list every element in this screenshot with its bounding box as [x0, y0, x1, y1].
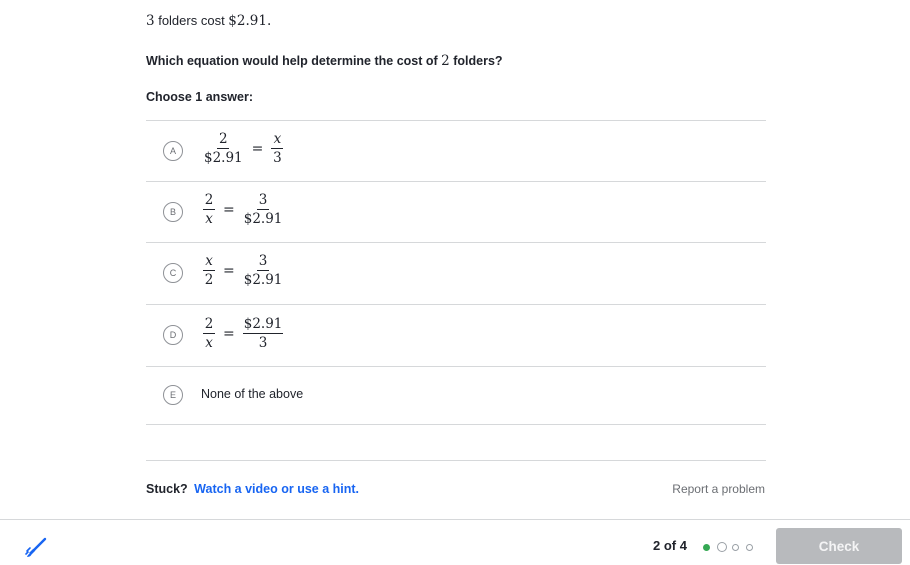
stuck-label: Stuck? — [146, 482, 188, 496]
watch-video-hint-link[interactable]: Watch a video or use a hint. — [194, 482, 359, 496]
denominator: x — [205, 335, 213, 351]
equation-a: 2 $2.91 = x3 — [201, 132, 285, 165]
choice-b[interactable]: B 2x = 3 $2.91 — [146, 182, 766, 243]
none-of-the-above-text: None of the above — [201, 387, 304, 401]
choose-label: Choose 1 answer: — [146, 90, 253, 104]
answer-choices: A 2 $2.91 = x3 B 2x = 3 $2.91 C x2 = 3 $2.9… — [146, 120, 766, 425]
numerator: $2.91 — [242, 316, 284, 334]
numerator: x — [271, 132, 284, 149]
equals-sign: = — [223, 325, 235, 342]
choice-letter-c: C — [163, 263, 183, 283]
denominator: 2 — [204, 272, 214, 288]
stuck-help: Stuck? Watch a video or use a hint. — [146, 482, 359, 496]
progress-count: 2 of 4 — [653, 538, 687, 553]
divider — [146, 460, 766, 461]
question-number: 2 — [441, 53, 450, 69]
count-number: 3 — [146, 13, 155, 29]
denominator: x — [205, 211, 213, 227]
progress-dot-current — [717, 542, 727, 552]
choice-letter-e: E — [163, 385, 183, 405]
equals-sign: = — [223, 201, 235, 218]
numerator: x — [203, 254, 215, 271]
numerator: 2 — [203, 316, 215, 334]
progress-dots — [703, 542, 760, 552]
choice-d[interactable]: D 2x = $2.91 3 — [146, 305, 766, 367]
equation-d: 2x = $2.91 3 — [201, 317, 285, 350]
choice-letter-a: A — [163, 141, 183, 161]
question-after: folders? — [449, 54, 503, 68]
fraction: 3 $2.91 — [243, 254, 284, 287]
progress-dot-done — [703, 543, 710, 551]
equation-b: 2x = 3 $2.91 — [201, 193, 285, 226]
footer-bar: 2 of 4 Check — [0, 519, 910, 565]
question-before: Which equation would help determine the … — [146, 54, 442, 68]
denominator: 3 — [273, 150, 282, 166]
fraction: 2x — [203, 193, 215, 226]
fraction: $2.91 3 — [242, 316, 284, 351]
choice-letter-b: B — [163, 202, 183, 222]
numerator: 2 — [217, 131, 230, 149]
denominator: $2.91 — [243, 272, 283, 288]
choice-c[interactable]: C x2 = 3 $2.91 — [146, 243, 766, 305]
fraction: 2x — [203, 317, 215, 350]
numerator: 3 — [257, 192, 270, 210]
fraction: x2 — [203, 254, 215, 287]
price-value: $2.91 — [228, 13, 267, 29]
denominator: $2.91 — [243, 211, 283, 227]
denominator: $2.91 — [204, 150, 243, 166]
denominator: 3 — [258, 335, 268, 351]
equals-sign: = — [251, 140, 264, 157]
scratchpad-pencil-icon[interactable] — [24, 536, 48, 560]
report-problem-link[interactable]: Report a problem — [672, 482, 765, 496]
prompt-text: folders cost — [154, 13, 229, 28]
fraction: 3 $2.91 — [243, 193, 284, 226]
progress-dot-todo — [746, 543, 753, 551]
fraction: x3 — [271, 132, 284, 166]
equals-sign: = — [223, 262, 235, 279]
numerator: 2 — [203, 192, 215, 210]
numerator: 3 — [257, 253, 270, 271]
prompt-period: . — [266, 13, 272, 29]
check-button[interactable]: Check — [776, 528, 902, 564]
choice-e[interactable]: E None of the above — [146, 367, 766, 425]
equation-c: x2 = 3 $2.91 — [201, 254, 285, 287]
choice-a[interactable]: A 2 $2.91 = x3 — [146, 121, 766, 182]
choice-e-content: None of the above — [201, 387, 303, 401]
fraction: 2 $2.91 — [203, 132, 244, 165]
problem-statement: 3 folders cost $2.91. — [146, 13, 271, 29]
progress-dot-todo — [732, 543, 739, 551]
choice-letter-d: D — [163, 325, 183, 345]
question-text: Which equation would help determine the … — [146, 53, 503, 69]
